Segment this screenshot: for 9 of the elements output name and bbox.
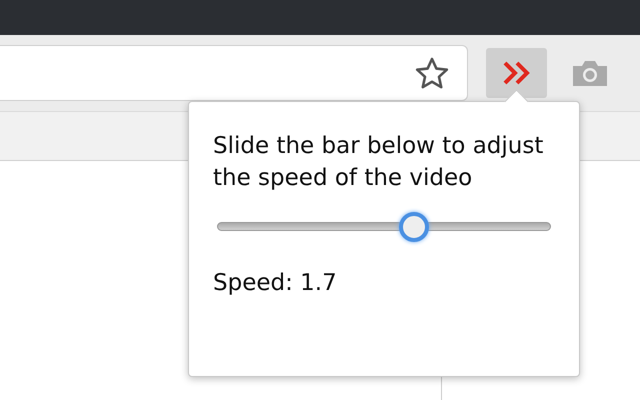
speed-label: Speed: 1.7	[213, 270, 337, 296]
slider-track[interactable]	[217, 212, 551, 242]
camera-icon[interactable]	[571, 59, 609, 87]
double-chevron-icon	[502, 60, 532, 86]
instruction-text: Slide the bar below to adjust the speed of the video	[213, 132, 544, 193]
slider-thumb[interactable]	[399, 212, 430, 242]
extension-button[interactable]	[486, 48, 547, 98]
bookmark-star-icon[interactable]	[415, 57, 449, 89]
address-field[interactable]	[0, 45, 468, 101]
